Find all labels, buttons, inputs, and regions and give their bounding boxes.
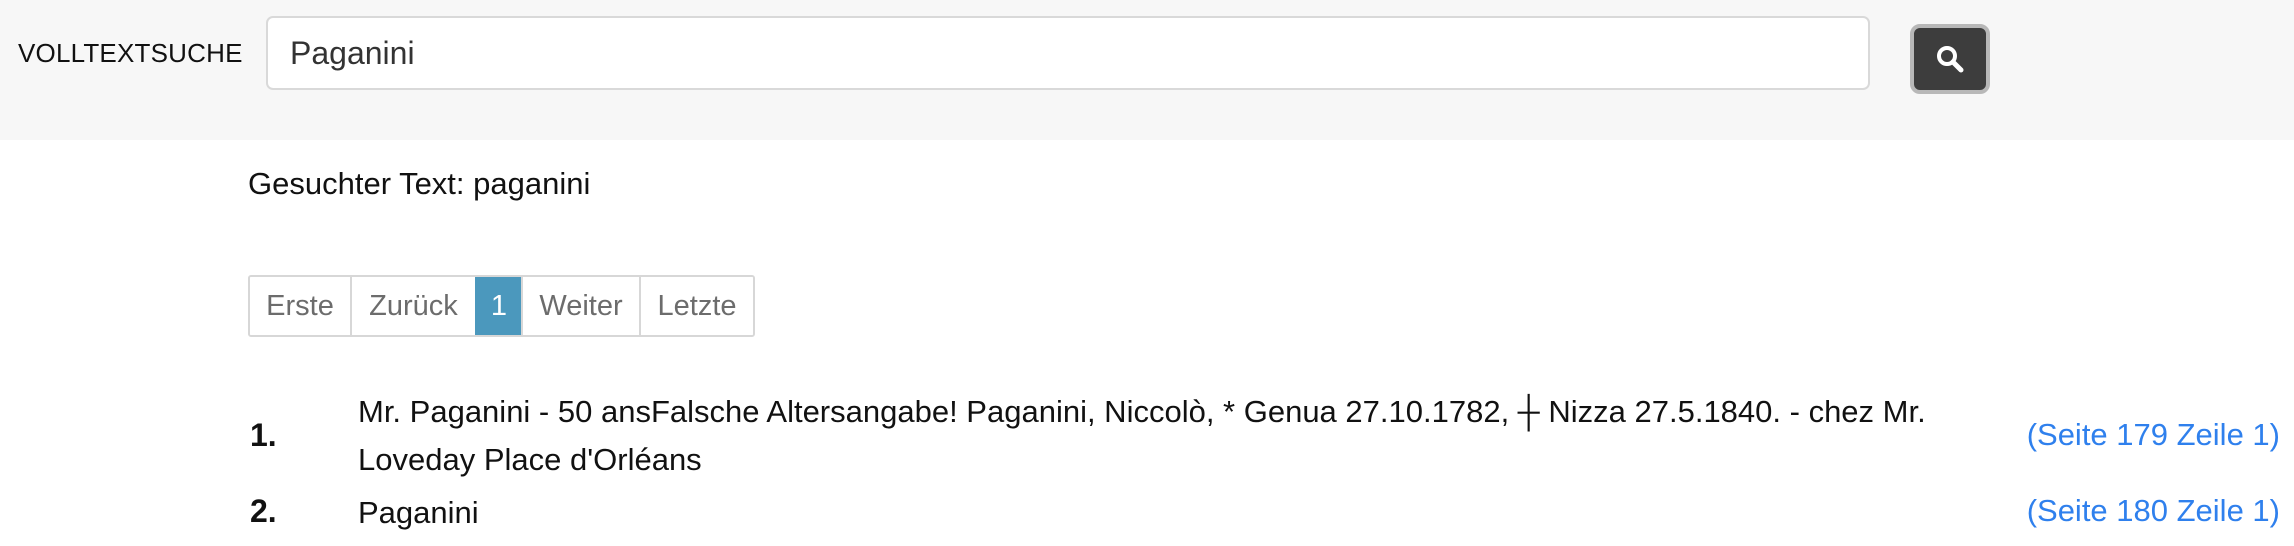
result-text: Paganini (358, 495, 479, 530)
result-text: Mr. Paganini - 50 ansFalsche Altersangab… (358, 394, 1926, 477)
result-page-link[interactable]: (Seite 180 Zeile 1) (2027, 493, 2280, 529)
result-page-link[interactable]: (Seite 179 Zeile 1) (2027, 417, 2280, 453)
result-number: 2. (250, 493, 277, 529)
results-list: 1. Mr. Paganini - 50 ansFalsche Altersan… (0, 0, 2294, 546)
result-number: 1. (250, 417, 277, 453)
